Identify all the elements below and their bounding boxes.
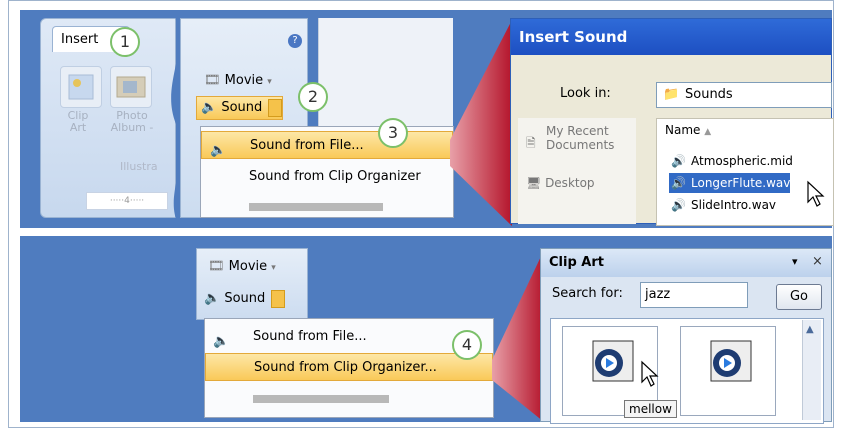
mouse-pointer-icon xyxy=(641,360,659,387)
media-clip-icon xyxy=(710,340,752,382)
column-header-label: Name xyxy=(665,123,701,137)
menu-item-sound-from-clip-organizer[interactable]: Sound from Clip Organizer... xyxy=(205,353,493,381)
clip-art-button[interactable] xyxy=(60,66,102,108)
speaker-icon: 🔈 xyxy=(213,334,230,349)
look-in-select[interactable]: 📁 Sounds xyxy=(656,82,832,108)
ruler: ·····4····· xyxy=(86,192,168,210)
clip-tooltip: mellow xyxy=(624,400,677,418)
clip-thumbnail[interactable] xyxy=(680,326,776,416)
sound-label: Sound xyxy=(221,100,263,115)
speaker-icon: 🔈 xyxy=(210,143,227,158)
results-scrollbar[interactable]: ▲ xyxy=(802,320,821,420)
menu-item-placeholder xyxy=(253,395,389,403)
pane-menu-icon[interactable]: ▾ xyxy=(792,255,798,268)
speaker-icon: 🔈 xyxy=(204,291,221,306)
menu-item-placeholder xyxy=(249,203,383,211)
movie-icon: 🎞 xyxy=(204,73,221,88)
search-input[interactable]: jazz xyxy=(640,282,748,308)
sound-label: Sound xyxy=(224,291,266,306)
folder-icon: 📁 xyxy=(663,87,680,102)
step-marker-1: 1 xyxy=(110,27,140,57)
menu-item-sound-from-clip-organizer[interactable]: Sound from Clip Organizer xyxy=(201,163,453,191)
illustrations-group-label: Illustra xyxy=(120,160,158,173)
close-icon[interactable]: × xyxy=(812,254,823,269)
clip-art-icon xyxy=(68,74,94,100)
step-marker-2: 2 xyxy=(298,82,328,112)
audio-file-icon: 🔊 xyxy=(671,198,686,212)
menu-item-label: Sound from File... xyxy=(253,329,367,344)
photo-album-button[interactable] xyxy=(110,66,152,108)
step-marker-4: 4 xyxy=(452,330,482,360)
file-item[interactable]: 🔊 Atmospheric.mid xyxy=(669,151,793,171)
menu-item-label: Sound from Clip Organizer... xyxy=(254,360,437,375)
go-button[interactable]: Go xyxy=(776,284,822,310)
step-marker-3: 3 xyxy=(378,118,408,148)
file-item[interactable]: 🔊 SlideIntro.wav xyxy=(669,195,776,215)
look-in-value: Sounds xyxy=(685,87,733,102)
mouse-pointer-icon xyxy=(807,180,825,207)
audio-file-icon: 🔊 xyxy=(671,176,686,190)
sort-ascending-icon: ▲ xyxy=(704,127,712,137)
desktop-icon: 🖥 xyxy=(526,176,542,190)
help-icon[interactable]: ? xyxy=(288,34,302,48)
place-label: My Recent Documents xyxy=(546,124,615,152)
zoom-wedge xyxy=(492,250,544,422)
sound-dropdown-arrow[interactable] xyxy=(271,289,286,308)
sound-dropdown-menu: 🔈 Sound from File... Sound from Clip Org… xyxy=(200,126,454,218)
file-item-selected[interactable]: 🔊 LongerFlute.wav xyxy=(669,173,791,193)
menu-item-label: Sound from Clip Organizer xyxy=(249,169,421,184)
movie-icon: 🎞 xyxy=(208,259,225,274)
search-for-label: Search for: xyxy=(552,286,623,301)
file-name: SlideIntro.wav xyxy=(691,198,777,212)
movie-label: Movie xyxy=(224,73,264,88)
movie-button[interactable]: 🎞 Movie ▾ xyxy=(204,256,276,278)
zoom-wedge xyxy=(450,20,512,226)
photo-album-label: Photo Album - xyxy=(110,109,154,134)
sound-dropdown-menu: 🔈 Sound from File... Sound from Clip Org… xyxy=(204,318,494,418)
menu-item-label: Sound from File... xyxy=(250,138,364,153)
sound-button[interactable]: 🔈 Sound xyxy=(200,288,286,310)
recent-documents-icon: 🗎 xyxy=(526,136,536,150)
audio-file-icon: 🔊 xyxy=(671,154,686,168)
place-desktop[interactable]: 🖥 Desktop xyxy=(526,176,595,190)
movie-button[interactable]: 🎞 Movie ▾ xyxy=(200,70,272,92)
scroll-up-arrow-icon[interactable]: ▲ xyxy=(806,324,814,335)
movie-label: Movie xyxy=(228,259,268,274)
speaker-icon: 🔈 xyxy=(201,100,218,115)
sound-dropdown-arrow[interactable] xyxy=(268,98,283,117)
place-label: Desktop xyxy=(545,176,595,190)
look-in-label: Look in: xyxy=(560,86,611,101)
file-list: Name ▲ 🔊 Atmospheric.mid 🔊 LongerFlute.w… xyxy=(656,118,834,226)
dialog-title: Insert Sound xyxy=(511,19,831,55)
chevron-down-icon: ▾ xyxy=(267,77,272,87)
sound-button[interactable]: 🔈 Sound xyxy=(196,96,284,120)
name-column-header[interactable]: Name ▲ xyxy=(665,123,711,137)
photo-album-icon xyxy=(116,76,146,98)
file-name: LongerFlute.wav xyxy=(691,176,791,190)
clip-art-title: Clip Art xyxy=(541,249,831,277)
menu-item-sound-from-file[interactable]: 🔈 Sound from File... xyxy=(205,323,493,351)
file-name: Atmospheric.mid xyxy=(691,154,793,168)
menu-item-sound-from-file[interactable]: 🔈 Sound from File... xyxy=(201,131,453,159)
clip-art-label: Clip Art xyxy=(67,109,89,134)
chevron-down-icon: ▾ xyxy=(271,263,276,273)
